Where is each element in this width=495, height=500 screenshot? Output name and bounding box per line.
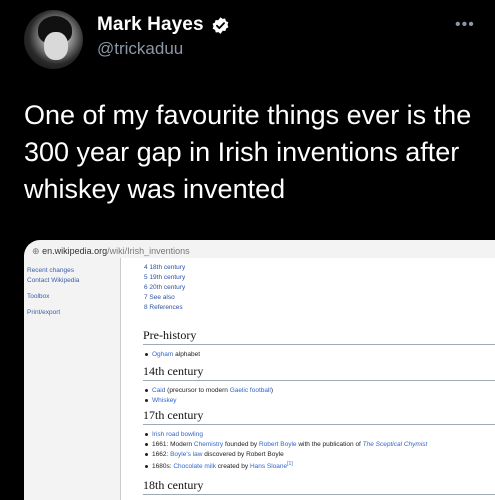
wiki-content: 4 18th century 5 19th century 6 20th cen… xyxy=(120,258,495,500)
wiki-link[interactable]: Boyle's law xyxy=(170,451,202,458)
globe-icon: ⊕ xyxy=(32,246,40,256)
heading-divider xyxy=(143,380,495,381)
section-heading: 18th century xyxy=(143,478,204,492)
heading-divider xyxy=(143,424,495,425)
section-heading: 14th century xyxy=(143,364,204,378)
attached-image[interactable]: ⊕ en.wikipedia.org/wiki/Irish_inventions… xyxy=(24,240,495,500)
list-item: 1661: Modern Chemistry founded by Robert… xyxy=(145,441,427,448)
list-item: Caid (precursor to modern Gaelic footbal… xyxy=(145,387,273,394)
list-item: 1680s: Chocolate milk created by Hans Sl… xyxy=(145,461,293,470)
list-item: Irish road bowling xyxy=(145,431,203,438)
wiki-sidebar: Recent changes Contact Wikipedia Toolbox… xyxy=(24,262,119,500)
wiki-link[interactable]: Hans Sloane xyxy=(250,463,287,470)
section-heading: 17th century xyxy=(143,408,204,422)
wiki-link[interactable]: Irish road bowling xyxy=(152,431,203,438)
section-heading: Pre-history xyxy=(143,328,197,342)
toc-item[interactable]: 4 18th century xyxy=(144,264,185,271)
wiki-link[interactable]: Robert Boyle xyxy=(259,441,297,448)
toc-item[interactable]: 6 20th century xyxy=(144,284,185,291)
sidebar-item-contact[interactable]: Contact Wikipedia xyxy=(27,277,79,284)
wiki-link[interactable]: Chocolate milk xyxy=(173,463,216,470)
display-name[interactable]: Mark Hayes xyxy=(97,14,204,36)
url-bar: ⊕ en.wikipedia.org/wiki/Irish_inventions xyxy=(32,246,190,257)
heading-divider xyxy=(143,494,495,495)
reference-link[interactable]: [1] xyxy=(287,461,293,467)
list-item: Whiskey xyxy=(145,397,177,404)
wiki-link[interactable]: The Sceptical Chymist xyxy=(363,441,428,448)
list-item: 1662: Boyle's law discovered by Robert B… xyxy=(145,451,284,458)
avatar[interactable] xyxy=(24,10,83,69)
toc-item[interactable]: 7 See also xyxy=(144,294,175,301)
sidebar-item-toolbox[interactable]: Toolbox xyxy=(27,293,49,300)
wiki-link[interactable]: Chemistry xyxy=(194,441,223,448)
user-handle[interactable]: @trickaduu xyxy=(97,39,183,59)
url-path: /wiki/Irish_inventions xyxy=(107,246,190,256)
toc-item[interactable]: 5 19th century xyxy=(144,274,185,281)
wiki-link[interactable]: Caid xyxy=(152,387,165,394)
wiki-link[interactable]: Whiskey xyxy=(152,397,177,404)
toc-item[interactable]: 8 References xyxy=(144,304,183,311)
wiki-link[interactable]: Gaelic football xyxy=(230,387,271,394)
wiki-link[interactable]: Ogham xyxy=(152,351,173,358)
sidebar-item-print-export[interactable]: Print/export xyxy=(27,309,60,316)
list-item: Ogham alphabet xyxy=(145,351,200,358)
sidebar-item-recent-changes[interactable]: Recent changes xyxy=(27,267,74,274)
tweet-text: One of my favourite things ever is the 3… xyxy=(24,100,472,204)
url-domain: en.wikipedia.org xyxy=(42,246,108,256)
more-horizontal-icon[interactable]: ••• xyxy=(455,16,475,34)
heading-divider xyxy=(143,344,495,345)
verified-badge-icon xyxy=(212,17,229,34)
